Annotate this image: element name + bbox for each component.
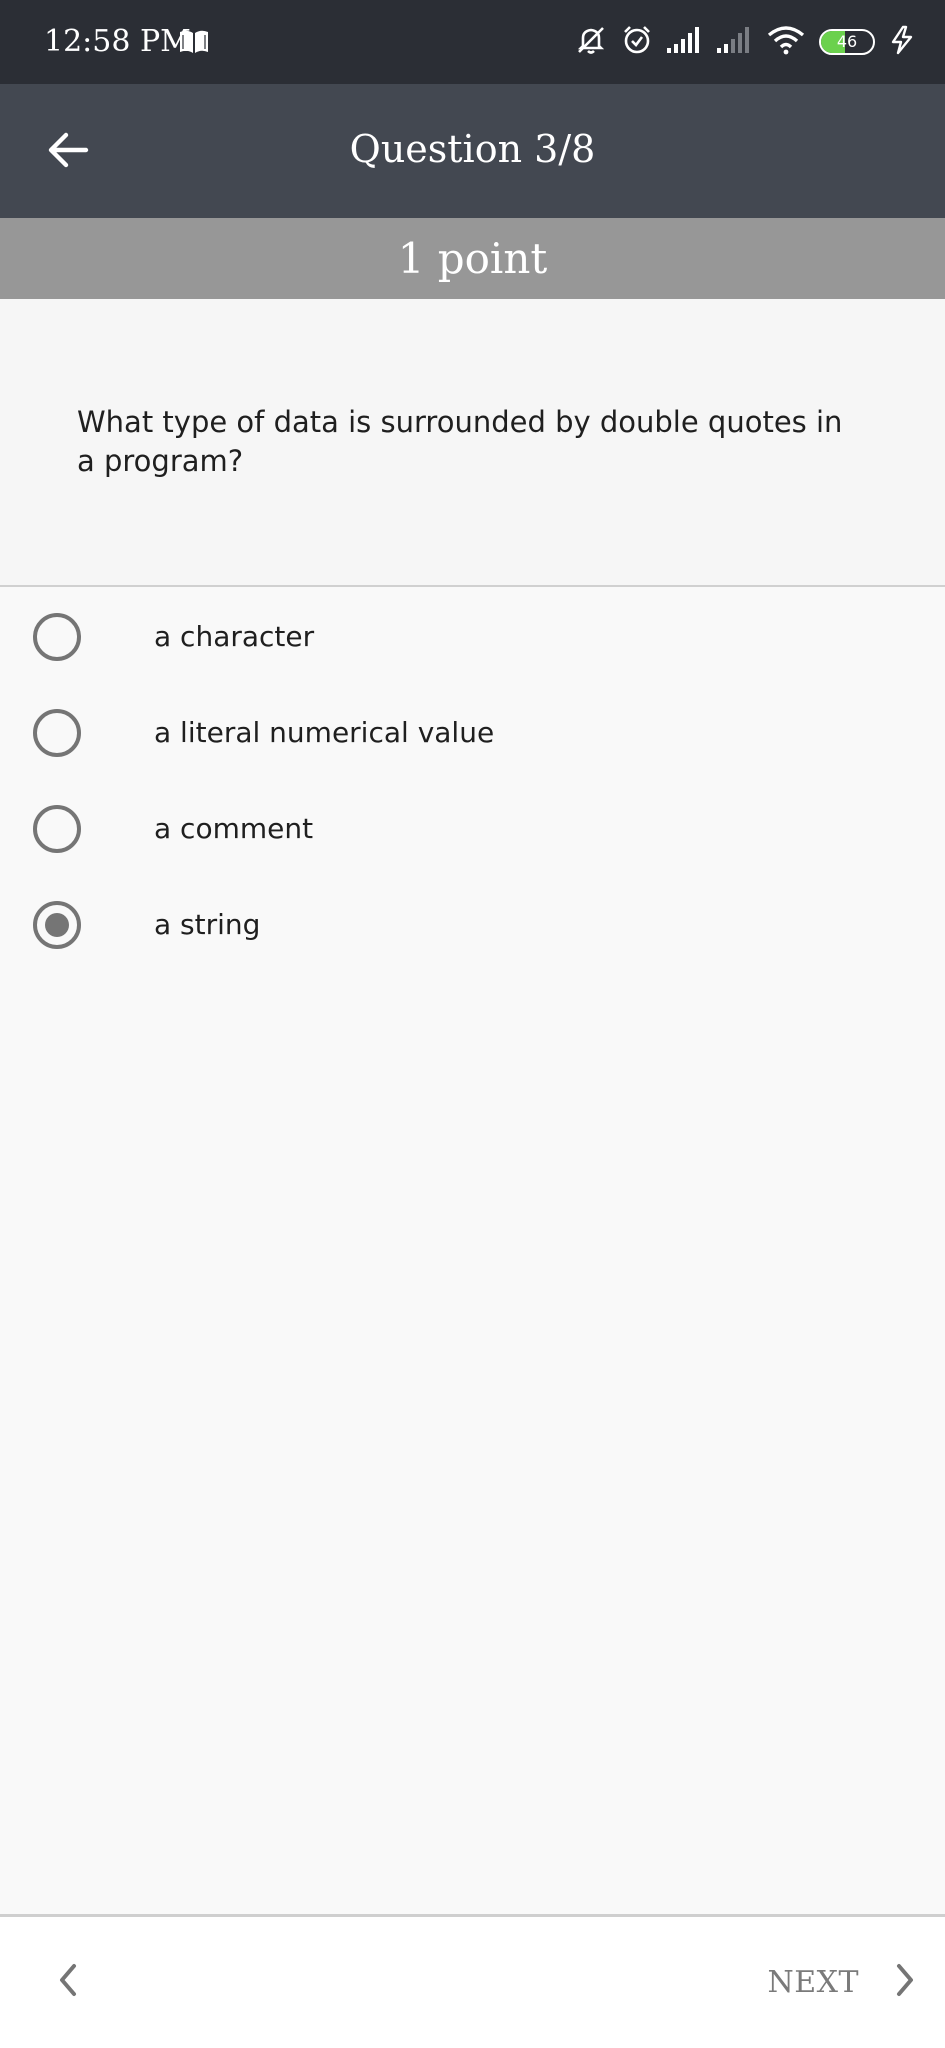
question-area: What type of data is surrounded by doubl… bbox=[0, 299, 945, 587]
book-icon bbox=[178, 29, 210, 55]
battery-icon: 46 bbox=[819, 29, 875, 55]
page-title: Question 3/8 bbox=[349, 127, 596, 171]
signal-icon bbox=[667, 26, 703, 58]
points-badge: 1 point bbox=[0, 218, 945, 299]
charging-icon bbox=[889, 25, 915, 59]
option-label: a character bbox=[154, 620, 315, 653]
option-a-comment[interactable]: a comment bbox=[0, 781, 945, 877]
option-label: a literal numerical value bbox=[154, 716, 495, 749]
wifi-icon bbox=[767, 25, 805, 59]
status-bar: 12:58 PM 46 bbox=[0, 0, 945, 84]
radio-button[interactable] bbox=[33, 613, 81, 661]
chevron-left-icon bbox=[56, 1962, 80, 2002]
battery-level: 46 bbox=[836, 32, 858, 51]
radio-button[interactable] bbox=[33, 805, 81, 853]
next-label: NEXT bbox=[767, 1964, 859, 2000]
option-a-character[interactable]: a character bbox=[0, 589, 945, 685]
option-label: a comment bbox=[154, 812, 314, 845]
previous-button[interactable] bbox=[38, 1950, 98, 2014]
radio-selected-dot bbox=[45, 913, 69, 937]
bell-muted-icon bbox=[575, 24, 607, 60]
option-a-literal-numerical-value[interactable]: a literal numerical value bbox=[0, 685, 945, 781]
next-button[interactable]: NEXT bbox=[767, 1947, 917, 2017]
chevron-right-icon bbox=[893, 1962, 917, 2002]
alarm-icon bbox=[621, 24, 653, 60]
radio-button-selected[interactable] bbox=[33, 901, 81, 949]
bottom-navigation: NEXT bbox=[0, 1914, 945, 2048]
option-a-string[interactable]: a string bbox=[0, 877, 945, 973]
status-time: 12:58 PM bbox=[44, 24, 191, 59]
option-label: a string bbox=[154, 908, 261, 941]
radio-button[interactable] bbox=[33, 709, 81, 757]
signal-weak-icon bbox=[717, 26, 753, 58]
status-icons: 46 bbox=[575, 22, 915, 62]
question-text: What type of data is surrounded by doubl… bbox=[77, 405, 843, 478]
app-bar: Question 3/8 bbox=[0, 84, 945, 218]
